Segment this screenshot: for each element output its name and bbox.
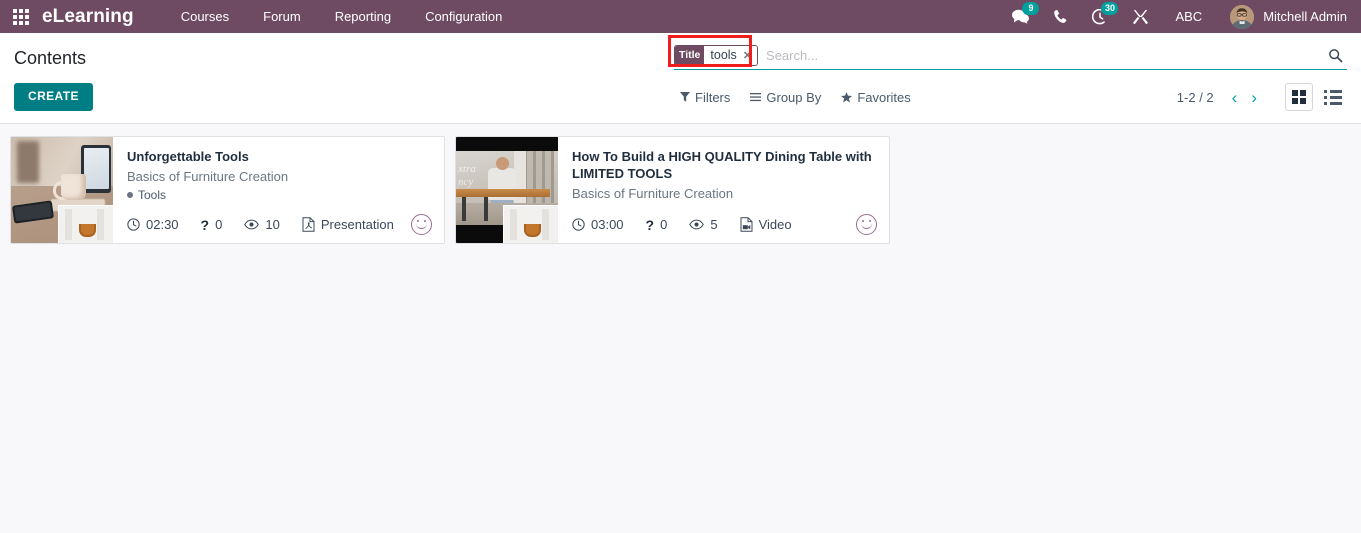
search-facet-remove-icon[interactable]: ✕ bbox=[741, 45, 758, 65]
app-brand-elearning[interactable]: eLearning bbox=[42, 6, 134, 28]
card-stats: 03:00 ? 0 5 Video bbox=[572, 204, 877, 235]
card-title: How To Build a HIGH QUALITY Dining Table… bbox=[572, 149, 872, 181]
card-body: How To Build a HIGH QUALITY Dining Table… bbox=[558, 137, 889, 243]
search-view: Title tools ✕ bbox=[668, 34, 1347, 70]
view-switcher-kanban[interactable] bbox=[1285, 83, 1313, 111]
clock-icon bbox=[572, 218, 585, 231]
control-panel-bottom-row: CREATE Filters Group By Favorites 1-2 / … bbox=[0, 77, 1361, 123]
search-facet-value: tools bbox=[704, 45, 742, 65]
card-course-name: Basics of Furniture Creation bbox=[127, 169, 289, 184]
menu-item-reporting[interactable]: Reporting bbox=[318, 0, 408, 33]
top-navbar: eLearning Courses Forum Reporting Config… bbox=[0, 0, 1361, 33]
video-file-icon bbox=[740, 217, 753, 232]
debug-menu-button[interactable] bbox=[1120, 0, 1161, 33]
content-thumbnail-image bbox=[11, 137, 113, 243]
thumbnail-overlay-image bbox=[58, 205, 113, 243]
card-duration-value: 03:00 bbox=[591, 217, 624, 232]
group-by-label: Group By bbox=[766, 89, 822, 105]
smiley-circle-icon[interactable] bbox=[856, 214, 877, 235]
menu-item-forum[interactable]: Forum bbox=[246, 0, 318, 33]
company-switcher[interactable]: ABC bbox=[1161, 9, 1216, 24]
phone-icon bbox=[1053, 9, 1068, 24]
pager-value[interactable]: 1-2 / 2 bbox=[1177, 90, 1224, 105]
menu-item-configuration[interactable]: Configuration bbox=[408, 0, 519, 33]
card-title: Unforgettable Tools bbox=[127, 149, 249, 164]
search-facet-title[interactable]: Title tools ✕ bbox=[674, 44, 759, 66]
card-questions-value: 0 bbox=[660, 217, 668, 232]
card-body: Unforgettable Tools Basics of Furniture … bbox=[113, 137, 444, 243]
phone-menu-button[interactable] bbox=[1041, 0, 1080, 33]
favorites-dropdown[interactable]: Favorites bbox=[841, 89, 911, 105]
eye-icon bbox=[689, 219, 705, 230]
card-views-value: 10 bbox=[265, 217, 280, 232]
pager: 1-2 / 2 ‹ › bbox=[1177, 89, 1263, 106]
eye-icon bbox=[244, 219, 260, 230]
card-duration-value: 02:30 bbox=[146, 217, 179, 232]
filters-label: Filters bbox=[695, 89, 731, 105]
favorites-label: Favorites bbox=[857, 89, 911, 105]
user-menu-button[interactable]: Mitchell Admin bbox=[1216, 4, 1351, 29]
menu-item-courses[interactable]: Courses bbox=[164, 0, 246, 33]
card-content-type: Presentation bbox=[302, 217, 394, 232]
systray: 9 30 ABC Mitchell Admin bbox=[1000, 0, 1351, 33]
activities-menu-button[interactable]: 30 bbox=[1080, 0, 1120, 33]
main-menu: Courses Forum Reporting Configuration bbox=[164, 0, 520, 33]
kanban-grid-icon bbox=[1292, 90, 1306, 104]
search-facet-wrapper: Title tools ✕ bbox=[668, 34, 760, 67]
user-name-label: Mitchell Admin bbox=[1263, 9, 1347, 24]
search-input[interactable] bbox=[760, 44, 1322, 66]
card-duration: 02:30 bbox=[127, 217, 179, 232]
create-button[interactable]: CREATE bbox=[14, 83, 93, 111]
tag-dot-icon bbox=[127, 192, 133, 198]
control-panel-top-row: Contents Title tools ✕ bbox=[0, 33, 1361, 77]
card-content-type-label: Presentation bbox=[320, 217, 394, 232]
page-title: Contents bbox=[14, 47, 87, 68]
filters-dropdown[interactable]: Filters bbox=[680, 90, 730, 105]
search-facet-field-label: Title bbox=[675, 45, 705, 65]
pager-next-icon[interactable]: › bbox=[1245, 89, 1263, 106]
question-mark-icon: ? bbox=[200, 216, 210, 233]
pager-previous-icon[interactable]: ‹ bbox=[1226, 89, 1244, 106]
control-panel-right: 1-2 / 2 ‹ › bbox=[1177, 83, 1347, 111]
view-switcher bbox=[1285, 83, 1347, 111]
search-dropdown-menus: Filters Group By Favorites bbox=[680, 90, 911, 105]
messaging-badge: 9 bbox=[1022, 2, 1040, 15]
group-by-dropdown[interactable]: Group By bbox=[750, 90, 821, 105]
search-icon[interactable] bbox=[1322, 48, 1347, 63]
card-content-type-label: Video bbox=[758, 217, 792, 232]
card-views: 10 bbox=[244, 217, 280, 232]
kanban-view: Unforgettable Tools Basics of Furniture … bbox=[0, 124, 1361, 256]
messaging-menu-button[interactable]: 9 bbox=[1000, 0, 1041, 33]
card-stats: 02:30 ? 0 10 Presentation bbox=[127, 204, 432, 235]
card-views: 5 bbox=[689, 217, 718, 232]
wrench-tools-icon bbox=[1132, 9, 1149, 25]
card-duration: 03:00 bbox=[572, 217, 624, 232]
apps-menu-button[interactable] bbox=[0, 0, 42, 33]
question-mark-icon: ? bbox=[645, 216, 655, 233]
hamburger-icon bbox=[750, 92, 762, 102]
user-avatar bbox=[1230, 4, 1255, 29]
kanban-card[interactable]: xtra ncy How To Build a HIGH QUALITY Dini… bbox=[455, 136, 890, 244]
card-tags: Tools bbox=[127, 188, 432, 202]
star-icon bbox=[841, 91, 853, 103]
control-panel: Contents Title tools ✕ CREATE bbox=[0, 33, 1361, 124]
card-content-type: Video bbox=[740, 217, 792, 232]
activities-badge: 30 bbox=[1101, 2, 1119, 15]
card-tag-label: Tools bbox=[138, 188, 167, 202]
grid-apps-icon bbox=[13, 8, 29, 25]
funnel-icon bbox=[680, 92, 690, 102]
smiley-circle-icon[interactable] bbox=[411, 214, 432, 235]
card-questions: ? 0 bbox=[201, 217, 223, 233]
card-questions-value: 0 bbox=[215, 217, 223, 232]
card-questions: ? 0 bbox=[646, 217, 668, 233]
thumbnail-overlay-image bbox=[503, 205, 558, 243]
card-course-name: Basics of Furniture Creation bbox=[572, 186, 734, 201]
list-icon bbox=[1324, 89, 1342, 105]
card-views-value: 5 bbox=[710, 217, 718, 232]
kanban-card[interactable]: Unforgettable Tools Basics of Furniture … bbox=[10, 136, 445, 244]
clock-icon bbox=[127, 218, 140, 231]
view-switcher-list[interactable] bbox=[1319, 83, 1347, 111]
pdf-file-icon bbox=[302, 217, 315, 232]
content-thumbnail-image: xtra ncy bbox=[456, 137, 558, 243]
